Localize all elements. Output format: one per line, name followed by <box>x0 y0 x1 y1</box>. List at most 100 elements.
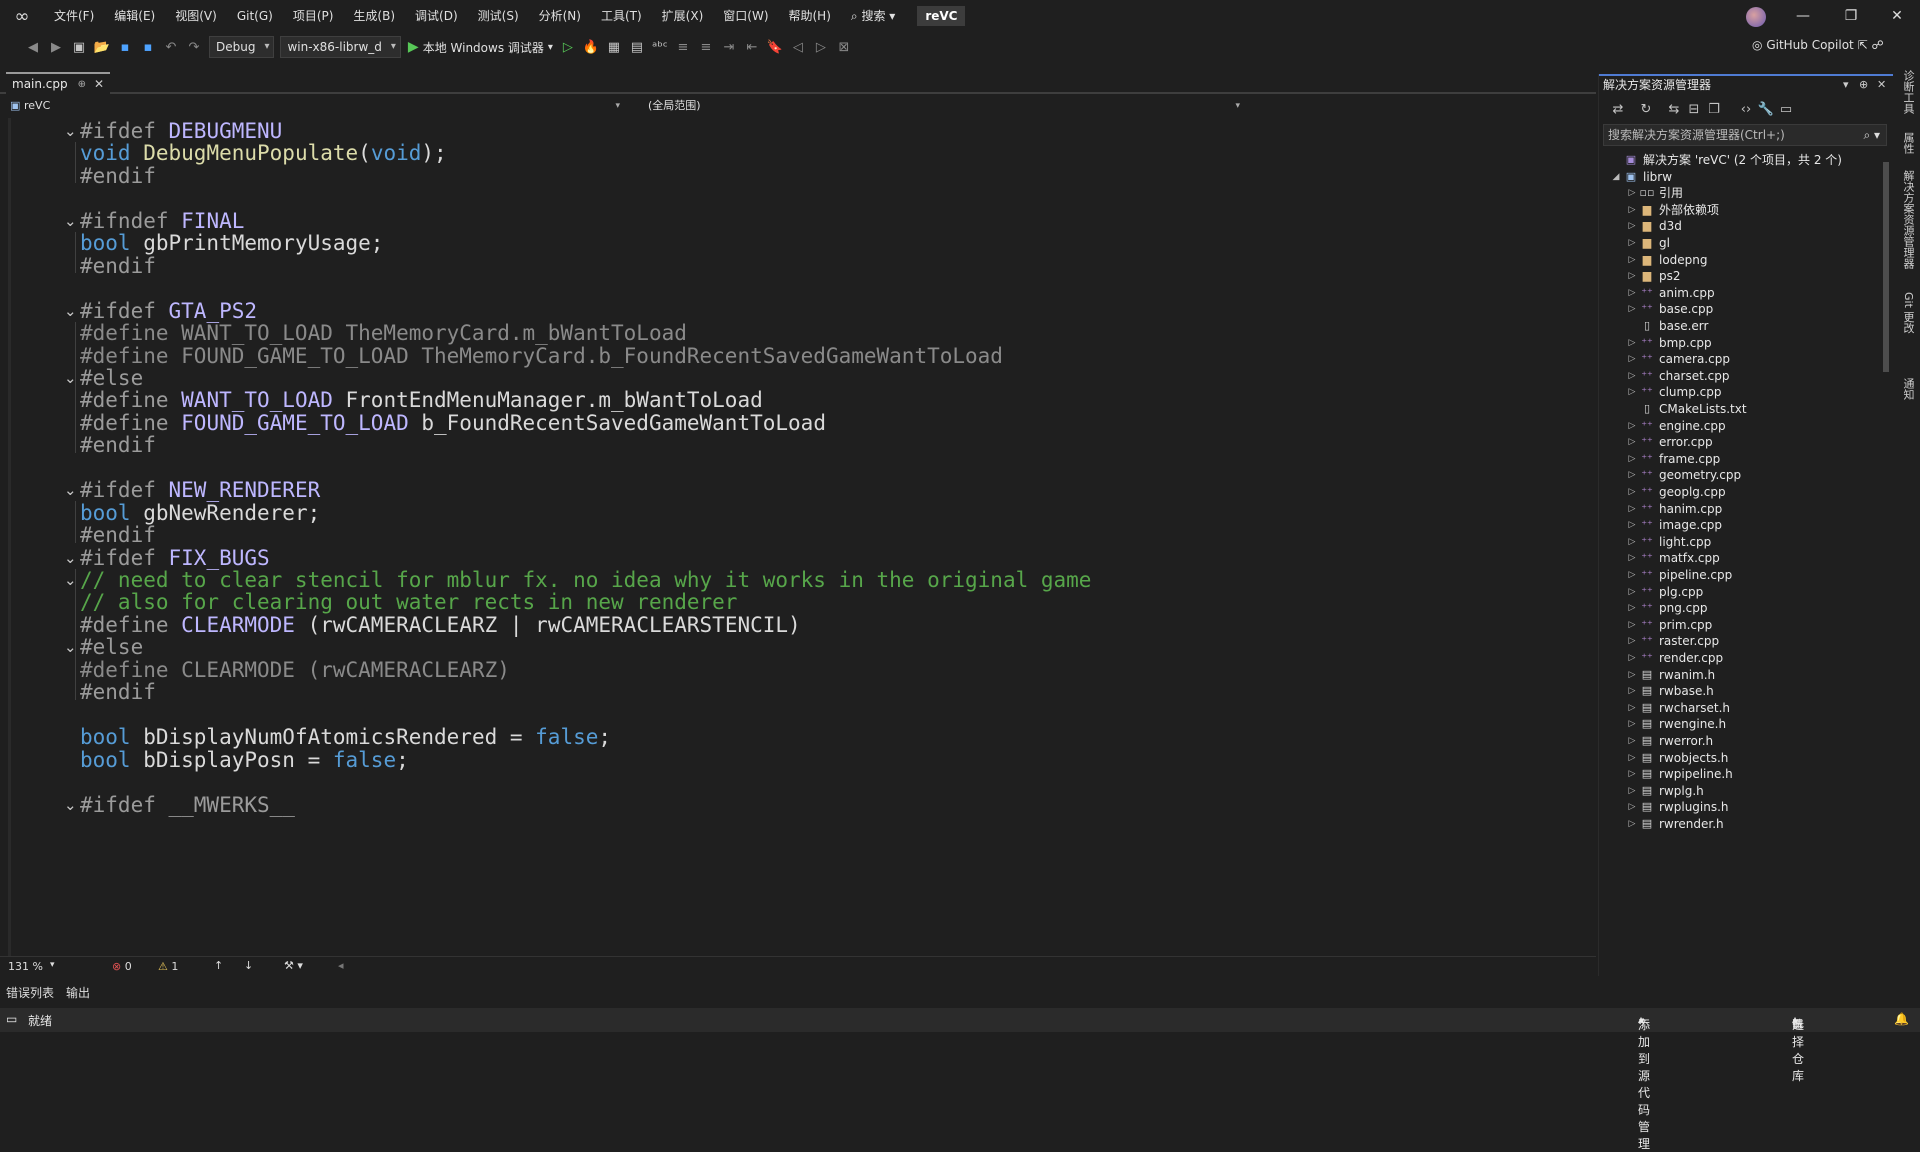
fold-chevron-icon[interactable]: ⌄ <box>64 208 77 235</box>
bookmark-icon[interactable]: 🔖 <box>764 36 786 58</box>
code-line[interactable]: #define FOUND_GAME_TO_LOAD b_FoundRecent… <box>80 410 826 437</box>
menu-item[interactable]: 生成(B) <box>343 0 405 32</box>
uncomment-icon[interactable]: ≡ <box>695 36 717 58</box>
sync-icon[interactable]: ⇄ <box>1607 98 1629 120</box>
code-line[interactable]: #endif <box>80 163 156 190</box>
code-cleanup-icon[interactable]: ⚒ ▾ <box>284 959 303 972</box>
code-view-icon[interactable]: ‹› <box>1735 98 1757 120</box>
redo-icon[interactable]: ↷ <box>183 36 205 58</box>
menu-item[interactable]: 调试(D) <box>405 0 468 32</box>
clear-bookmarks-icon[interactable]: ⊠ <box>833 36 855 58</box>
comment-icon[interactable]: ≡ <box>672 36 694 58</box>
menu-item[interactable]: 项目(P) <box>283 0 344 32</box>
code-line[interactable]: #ifdef __MWERKS__ <box>80 792 295 819</box>
side-tab[interactable]: Git 更改 <box>1900 292 1916 333</box>
switch-views-icon[interactable]: ⇆ <box>1663 98 1685 120</box>
menu-item[interactable]: 工具(T) <box>591 0 652 32</box>
solution-explorer-search-input[interactable]: 搜索解决方案资源管理器(Ctrl+;) ⌕ ▾ <box>1603 124 1887 146</box>
fold-chevron-icon[interactable]: ⌄ <box>64 477 77 504</box>
solution-tree-scrollbar[interactable] <box>1881 150 1891 976</box>
new-project-icon[interactable]: ▣ <box>68 36 90 58</box>
solution-name-badge[interactable]: reVC <box>917 6 966 26</box>
properties-wrench-icon[interactable]: 🔧 <box>1755 98 1777 120</box>
menu-item[interactable]: 扩展(X) <box>652 0 714 32</box>
side-tab[interactable]: 属性 <box>1900 132 1916 154</box>
tab-output[interactable]: 输出 <box>66 984 90 1001</box>
save-all-icon[interactable]: ▪ <box>137 36 159 58</box>
hot-reload-icon[interactable]: 🔥 <box>580 36 602 58</box>
platform-select[interactable]: win-x86-librw_d <box>280 36 401 58</box>
back-icon[interactable]: ◀ <box>22 36 44 58</box>
open-file-icon[interactable]: 📂 <box>91 36 113 58</box>
previous-issue-icon[interactable]: ↑ <box>214 959 223 972</box>
project-dropdown[interactable]: ▣ reVC ▾ <box>8 97 624 115</box>
expand-chevron-icon[interactable]: ◢ <box>1609 167 1623 187</box>
menu-item[interactable]: 视图(V) <box>165 0 227 32</box>
close-tab-icon[interactable]: ✕ <box>94 77 104 91</box>
visual-studio-logo-icon[interactable]: ∞ <box>0 0 44 32</box>
error-count[interactable]: ⊗ 0 <box>112 960 132 973</box>
layout-icon[interactable]: ▤ <box>626 36 648 58</box>
panel-menu-icon[interactable]: ▾ <box>1843 76 1849 94</box>
menu-item[interactable]: 测试(S) <box>468 0 529 32</box>
next-issue-icon[interactable]: ↓ <box>244 959 253 972</box>
notifications-bell-icon[interactable]: 🔔 <box>1894 1012 1909 1026</box>
history-icon[interactable]: ↻ <box>1635 98 1657 120</box>
scope-dropdown[interactable]: (全局范围) ▾ <box>632 97 1244 115</box>
zoom-level[interactable]: 131 % <box>8 960 43 973</box>
select-repository-button[interactable]: ▦ 选择仓库 ▴ <box>1792 1012 1804 1083</box>
code-line[interactable]: #define FOUND_GAME_TO_LOAD TheMemoryCard… <box>80 343 1003 370</box>
undo-icon[interactable]: ↶ <box>160 36 182 58</box>
scrollbar-thumb[interactable] <box>1883 162 1889 372</box>
fold-chevron-icon[interactable]: ⌄ <box>64 792 77 819</box>
restore-icon[interactable]: ❐ <box>1828 0 1874 32</box>
menu-item[interactable]: 帮助(H) <box>779 0 841 32</box>
side-tab[interactable]: 诊断工具 <box>1900 70 1916 114</box>
start-without-debugging-icon[interactable]: ▷ <box>557 36 579 58</box>
close-window-icon[interactable]: ✕ <box>1874 0 1920 32</box>
code-line[interactable]: bool bDisplayPosn = false; <box>80 747 409 774</box>
expand-chevron-icon[interactable]: ▷ <box>1625 814 1639 834</box>
preview-icon[interactable]: ▭ <box>1775 98 1797 120</box>
minimize-icon[interactable]: — <box>1780 0 1826 32</box>
start-debugging-button[interactable]: ▶ 本地 Windows 调试器 ▾ <box>408 39 553 56</box>
forward-icon[interactable]: ▶ <box>45 36 67 58</box>
search-button[interactable]: ⌕ 搜索 ▾ <box>841 0 905 32</box>
menu-item[interactable]: 文件(F) <box>44 0 104 32</box>
next-bookmark-icon[interactable]: ▷ <box>810 36 832 58</box>
outdent-icon[interactable]: ⇤ <box>741 36 763 58</box>
code-line[interactable]: #endif <box>80 432 156 459</box>
scroll-left-icon[interactable]: ◂ <box>338 959 344 972</box>
menu-item[interactable]: 编辑(E) <box>104 0 165 32</box>
pin-icon[interactable]: ⊕ <box>78 79 86 90</box>
indent-icon[interactable]: ⇥ <box>718 36 740 58</box>
github-copilot-button[interactable]: ◎ GitHub Copilot ⇱ ☍ <box>1752 38 1884 52</box>
panel-close-icon[interactable]: ✕ <box>1877 76 1886 94</box>
fold-chevron-icon[interactable]: ⌄ <box>64 298 77 325</box>
menu-item[interactable]: 分析(N) <box>529 0 591 32</box>
spellcheck-icon[interactable]: ᵃᵇᶜ <box>649 36 671 58</box>
warning-count[interactable]: ⚠ 1 <box>158 960 178 973</box>
code-line[interactable]: #endif <box>80 253 156 280</box>
zoom-chevron-icon[interactable]: ▾ <box>50 960 55 970</box>
account-avatar[interactable] <box>1746 7 1766 27</box>
prev-bookmark-icon[interactable]: ◁ <box>787 36 809 58</box>
code-line[interactable]: #define CLEARMODE (rwCAMERACLEARZ | rwCA… <box>80 612 801 639</box>
side-tab[interactable]: 解决方案资源管理器 <box>1900 170 1916 269</box>
show-all-files-icon[interactable]: ❐ <box>1703 98 1725 120</box>
menu-item[interactable]: 窗口(W) <box>713 0 778 32</box>
panel-pin-icon[interactable]: ⊕ <box>1859 76 1868 94</box>
save-icon[interactable]: ▪ <box>114 36 136 58</box>
add-to-source-control-button[interactable]: ↑ 添加到源代码管理 ▴ <box>1638 1012 1650 1151</box>
code-line[interactable]: #endif <box>80 679 156 706</box>
tab-error-list[interactable]: 错误列表 <box>6 984 54 1001</box>
side-tab[interactable]: 通知 <box>1900 378 1916 400</box>
tree-item[interactable]: ▷ ▤ rwrender.h <box>1625 814 1724 834</box>
browse-icon[interactable]: ▦ <box>603 36 625 58</box>
menu-item[interactable]: Git(G) <box>227 0 283 32</box>
solution-config-select[interactable]: Debug <box>209 36 275 58</box>
collapse-all-icon[interactable]: ⊟ <box>1683 98 1705 120</box>
fold-chevron-icon[interactable]: ⌄ <box>64 118 77 145</box>
tab-main-cpp[interactable]: main.cpp ⊕ ✕ <box>6 72 111 94</box>
code-editor[interactable]: #ifdef DEBUGMENU ⌄ void DebugMenuPopulate(… <box>0 118 1596 956</box>
